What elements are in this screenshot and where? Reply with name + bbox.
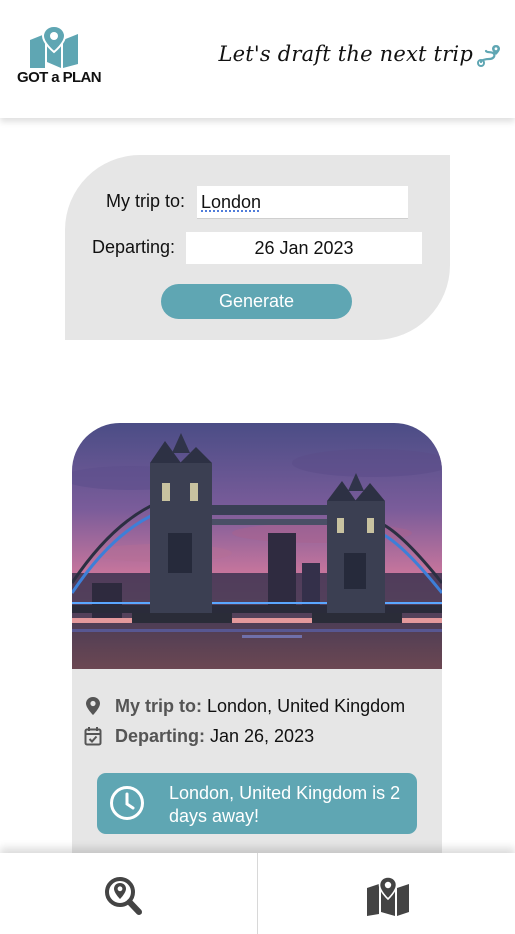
logo-text: GOT a PLAN <box>17 69 102 86</box>
search-location-icon <box>105 877 142 915</box>
result-destination-label: My trip to: <box>115 695 202 716</box>
destination-label: My trip to: <box>106 191 186 211</box>
clock-icon <box>110 786 144 820</box>
bottom-nav <box>0 853 515 934</box>
destination-input[interactable]: London <box>197 186 408 218</box>
app-header: GOT a PLAN Let's draft the next trip <box>0 0 515 118</box>
map-pin-logo-icon <box>30 26 78 68</box>
route-icon <box>477 45 500 67</box>
result-departing-value: Jan 26, 2023 <box>210 725 315 746</box>
trip-departing-row: Departing: Jan 26, 2023 <box>84 725 314 747</box>
destination-photo <box>72 423 442 669</box>
app-logo[interactable]: GOT a PLAN <box>14 26 102 90</box>
trip-result-card: My trip to: London, United Kingdom Depar… <box>72 423 442 863</box>
countdown-text: London, United Kingdom is 2 days away! <box>169 783 401 826</box>
header-tagline: Let's draft the next trip <box>218 42 473 66</box>
countdown-banner: London, United Kingdom is 2 days away! <box>97 773 417 834</box>
map-location-icon <box>367 876 409 916</box>
trip-form-panel: My trip to: London Departing: 26 Jan 202… <box>65 155 450 340</box>
calendar-check-icon <box>84 727 102 746</box>
result-departing-label: Departing: <box>115 725 205 746</box>
result-destination-value: London, United Kingdom <box>207 695 406 716</box>
generate-button[interactable]: Generate <box>161 284 352 319</box>
nav-search-tab[interactable] <box>0 853 257 934</box>
nav-map-tab[interactable] <box>258 853 515 934</box>
departing-date-input[interactable]: 26 Jan 2023 <box>186 232 422 264</box>
destination-input-value: London <box>201 192 262 212</box>
departing-label: Departing: <box>92 237 176 257</box>
trip-destination-row: My trip to: London, United Kingdom <box>84 695 405 717</box>
location-pin-icon <box>86 697 100 715</box>
